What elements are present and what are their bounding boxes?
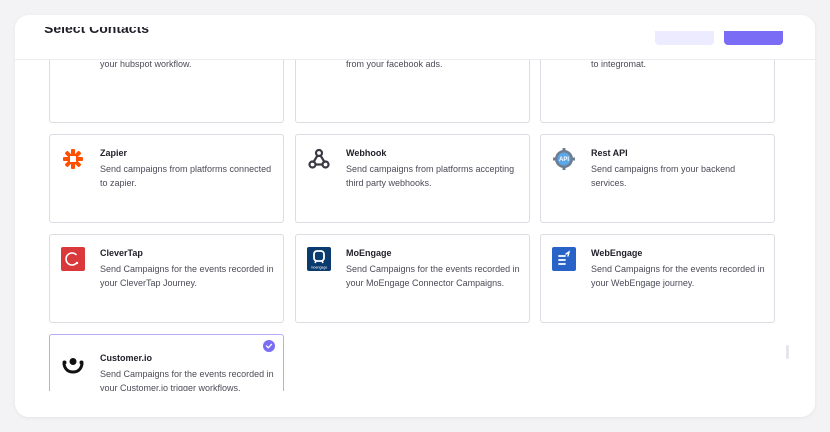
integration-card-hubspot[interactable]: your hubspot workflow.: [49, 60, 284, 123]
integration-card-integromat[interactable]: to integromat.: [540, 60, 775, 123]
integration-card-customerio[interactable]: Customer.io Send Campaigns for the event…: [49, 334, 284, 391]
card-description: Send Campaigns for the events recorded i…: [591, 264, 765, 288]
select-contacts-modal: Select Contacts your hubspot workflow. f…: [15, 15, 815, 417]
card-description: from your facebook ads.: [346, 60, 443, 69]
scrollbar[interactable]: [786, 345, 789, 359]
svg-text:API: API: [559, 157, 569, 163]
webhook-icon: [307, 147, 331, 171]
integration-card-webhook[interactable]: Webhook Send campaigns from platforms ac…: [295, 134, 530, 223]
card-description: your hubspot workflow.: [100, 60, 192, 69]
integration-card-clevertap[interactable]: CleverTap Send Campaigns for the events …: [49, 234, 284, 323]
card-name: CleverTap: [100, 248, 143, 258]
card-description: to integromat.: [591, 60, 647, 69]
clevertap-icon: [61, 247, 85, 271]
card-name: MoEngage: [346, 248, 392, 258]
card-description: Send campaigns from platforms connected …: [100, 164, 272, 188]
moengage-icon: moengage: [307, 247, 331, 271]
webengage-icon: [552, 247, 576, 271]
integration-card-rest-api[interactable]: API Rest API Send campaigns from your ba…: [540, 134, 775, 223]
primary-button[interactable]: [724, 31, 783, 45]
zapier-icon: [61, 147, 85, 171]
selected-check-icon: [263, 340, 275, 352]
secondary-button[interactable]: [655, 31, 714, 45]
integration-card-zapier[interactable]: Zapier Send campaigns from platforms con…: [49, 134, 284, 223]
card-name: Webhook: [346, 148, 387, 158]
customerio-icon: [61, 353, 85, 377]
modal-footer: [15, 391, 815, 417]
card-description: Send campaigns from your backend service…: [591, 164, 736, 188]
card-name: Customer.io: [100, 353, 153, 363]
integration-card-webengage[interactable]: WebEngage Send Campaigns for the events …: [540, 234, 775, 323]
rest-api-icon: API: [552, 147, 576, 171]
integration-card-facebook[interactable]: from your facebook ads.: [295, 60, 530, 123]
card-name: Rest API: [591, 148, 628, 158]
card-description: Send Campaigns for the events recorded i…: [100, 369, 274, 391]
moengage-icon-text: moengage: [311, 266, 328, 270]
card-name: WebEngage: [591, 248, 643, 258]
modal-header: Select Contacts: [15, 15, 815, 60]
card-name: Zapier: [100, 148, 128, 158]
card-description: Send campaigns from platforms accepting …: [346, 164, 515, 188]
card-description: Send Campaigns for the events recorded i…: [346, 264, 520, 288]
integration-list[interactable]: your hubspot workflow. from your faceboo…: [15, 60, 815, 391]
integration-card-moengage[interactable]: moengage MoEngage Send Campaigns for the…: [295, 234, 530, 323]
modal-title: Select Contacts: [44, 20, 150, 36]
card-description: Send Campaigns for the events recorded i…: [100, 264, 274, 288]
